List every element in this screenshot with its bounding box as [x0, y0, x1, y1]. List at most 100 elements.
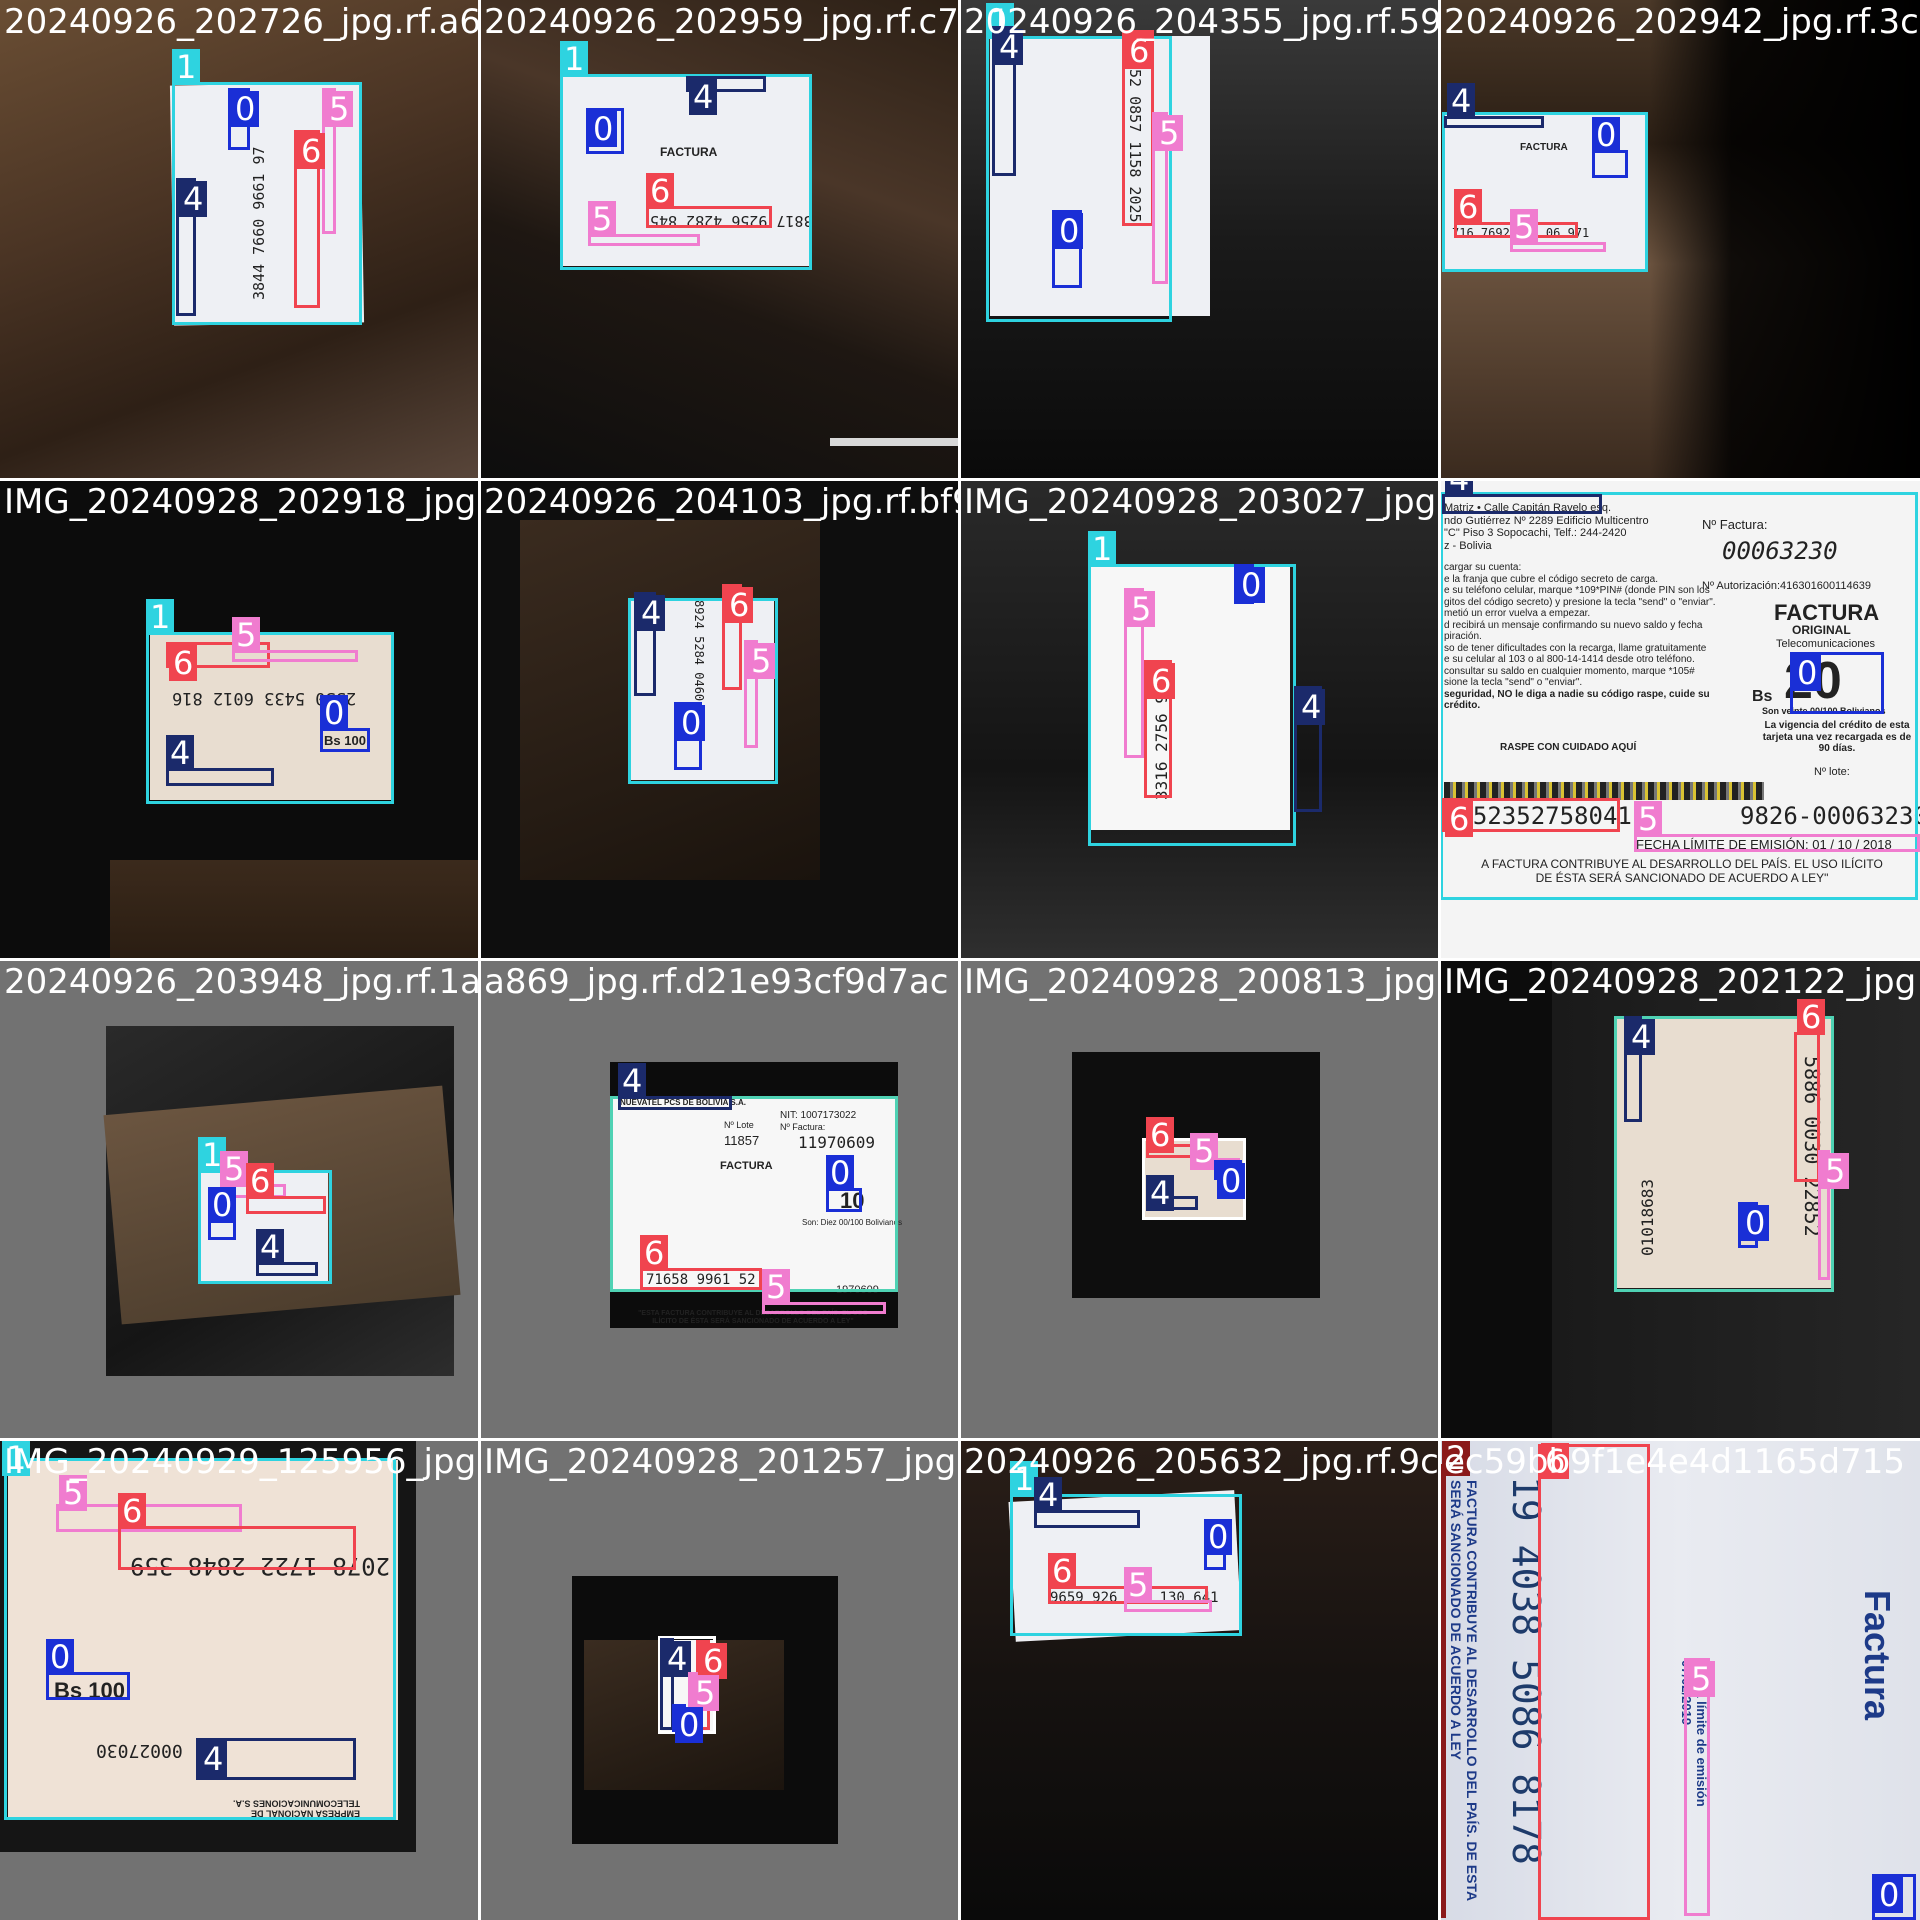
label-4: 4 [689, 79, 718, 115]
grid-divider [0, 1438, 1920, 1441]
bbox-class-0: 0 [1204, 1519, 1233, 1570]
bbox-class-0: 0 [1872, 1874, 1916, 1920]
label-6: 6 [246, 1163, 275, 1199]
label-5: 5 [762, 1269, 791, 1305]
bbox-class-6: 6 [1122, 30, 1154, 226]
label-5: 5 [1687, 1661, 1716, 1697]
tile-9: 1 5 6 0 4 20240926_203948_jpg.rf.1a [0, 960, 480, 1440]
label-5: 5 [220, 1151, 249, 1187]
tile-title: 20240926_202959_jpg.rf.c74 [484, 2, 960, 42]
label-5: 5 [232, 617, 261, 653]
tile-10: NUEVATEL PCS DE BOLIVIA S.A. NIT: 100717… [480, 960, 960, 1440]
bbox-class-5: 5 [1510, 209, 1606, 252]
bbox-class-5: 5 [588, 201, 700, 246]
label-0: 0 [1055, 213, 1084, 249]
tile-3: 152 0857 1158 2025 1 4 6 5 0 20240926_20… [960, 0, 1440, 480]
label-0: 0 [1793, 655, 1822, 691]
bbox-class-4: 4 [1034, 1477, 1140, 1528]
bbox-class-4: 4 [992, 26, 1024, 176]
label-4: 4 [1447, 83, 1476, 119]
bbox-class-6: 6 [1144, 660, 1176, 798]
bbox-class-4: 4 [256, 1229, 318, 1276]
tile-14: 4 6 5 0 IMG_20240928_201257_jpg [480, 1440, 960, 1920]
bbox-class-0: 0 [1052, 210, 1084, 288]
tile-title: IMG_20240928_203027_jpg [964, 482, 1437, 522]
tile-title: a869_jpg.rf.d21e93cf9d7ac [484, 962, 949, 1002]
tile-title: IMG_20240929_125956_jpg.rf [4, 1442, 480, 1482]
tile-title: 20240926_204355_jpg.rf.59 [964, 2, 1440, 42]
bbox-class-0: 0 [46, 1639, 130, 1700]
tile-8: Matriz • Calle Capitán Ravelo esq. ndo G… [1440, 480, 1920, 960]
label-5: 5 [1127, 591, 1156, 627]
bbox-class-0: 0 [208, 1187, 237, 1240]
label-5: 5 [747, 643, 776, 679]
label-5: 5 [1124, 1567, 1153, 1603]
bbox-class-4: 4 [166, 735, 274, 786]
label-4: 4 [1627, 1019, 1656, 1055]
bbox-class-0: 0 [826, 1155, 862, 1212]
label-0: 0 [1237, 567, 1266, 603]
bbox-class-0: 0 [674, 702, 706, 770]
tile-2: FACTURA 3817 9256 4282 845 1 4 0 6 5 202… [480, 0, 960, 480]
label-0: 0 [320, 695, 349, 731]
tile-title: 20240926_204103_jpg.rf.bf9 [484, 482, 960, 522]
label-1: 1 [560, 41, 589, 77]
tile-title: IMG_20240928_202122_jpg [1444, 962, 1917, 1002]
label-5: 5 [1634, 801, 1663, 837]
bbox-class-4: 4 [176, 178, 208, 316]
tile-7: 3316 2756 9565 1 5 6 0 4 IMG_20240928_20… [960, 480, 1440, 960]
mosaic-grid: 3844 7660 9661 97 1 0 5 6 4 20240926_202… [0, 0, 1920, 1920]
bbox-class-5: 5 [1124, 1567, 1212, 1612]
bbox-class-4: 4 [686, 76, 766, 115]
bbox-class-6: 6 [294, 130, 326, 308]
tile-title: 20240926_203948_jpg.rf.1a [4, 962, 480, 1002]
label-5: 5 [1510, 209, 1539, 245]
bbox-class-6: 6 [246, 1163, 326, 1214]
bbox-class-5: 5 [744, 640, 776, 748]
label-5: 5 [1821, 1153, 1850, 1189]
label-0: 0 [826, 1155, 855, 1191]
label-6: 6 [1147, 663, 1176, 699]
bbox-class-0: 0 [1234, 564, 1266, 604]
bbox-class-5: 5 [762, 1269, 886, 1314]
bbox-class-5: 5 [1684, 1658, 1716, 1916]
label-0: 0 [1741, 1205, 1770, 1241]
bbox-class-6: 6 [640, 1235, 762, 1290]
label-4: 4 [1146, 1175, 1175, 1211]
label-6: 6 [1454, 189, 1483, 225]
tile-15: 9659 926 ... 130 641 1 4 0 6 5 20240926_… [960, 1440, 1440, 1920]
label-6: 6 [646, 173, 675, 209]
label-0: 0 [675, 1707, 704, 1743]
label-6: 6 [1048, 1553, 1077, 1589]
bbox-class-4: 4 [634, 592, 666, 696]
bbox-class-0: 0 [320, 695, 370, 752]
label-4: 4 [166, 735, 195, 771]
label-4: 4 [1034, 1477, 1063, 1513]
label-0: 0 [1204, 1519, 1233, 1555]
tile-title: 20240926_202726_jpg.rf.a6e [4, 2, 480, 42]
label-6: 6 [297, 133, 326, 169]
bbox-class-0: 0 [1790, 652, 1884, 714]
tile-4: FACTURA 716 7692 ... 06 971 4 0 6 5 2024… [1440, 0, 1920, 480]
bbox-class-6: 6 [1794, 999, 1826, 1182]
label-6: 6 [169, 645, 198, 681]
label-0: 0 [1875, 1877, 1904, 1913]
label-5: 5 [588, 201, 617, 237]
tile-13: 2078 1722 2848 359 Bs 100 00027030 EMPRE… [0, 1440, 480, 1920]
tile-title: IMG_20240928_202918_jpg [4, 482, 477, 522]
bbox-class-4: 4 [196, 1738, 356, 1780]
label-1: 1 [146, 599, 175, 635]
wood-strip [110, 860, 480, 960]
label-6: 6 [1797, 999, 1826, 1035]
label-6: 6 [118, 1493, 147, 1529]
label-6: 6 [640, 1235, 669, 1271]
bbox-class-1: 1 [1088, 531, 1296, 846]
bbox-class-5: 5 [1152, 112, 1184, 284]
bbox-class-6: 6 [1442, 798, 1620, 837]
bbox-class-4: 4 [1442, 480, 1602, 514]
light-strip [830, 438, 960, 446]
label-1: 1 [172, 49, 201, 85]
bbox-class-6: 6 [646, 173, 772, 228]
grid-divider [0, 478, 1920, 481]
bbox-class-6: 6 [1538, 1443, 1650, 1920]
